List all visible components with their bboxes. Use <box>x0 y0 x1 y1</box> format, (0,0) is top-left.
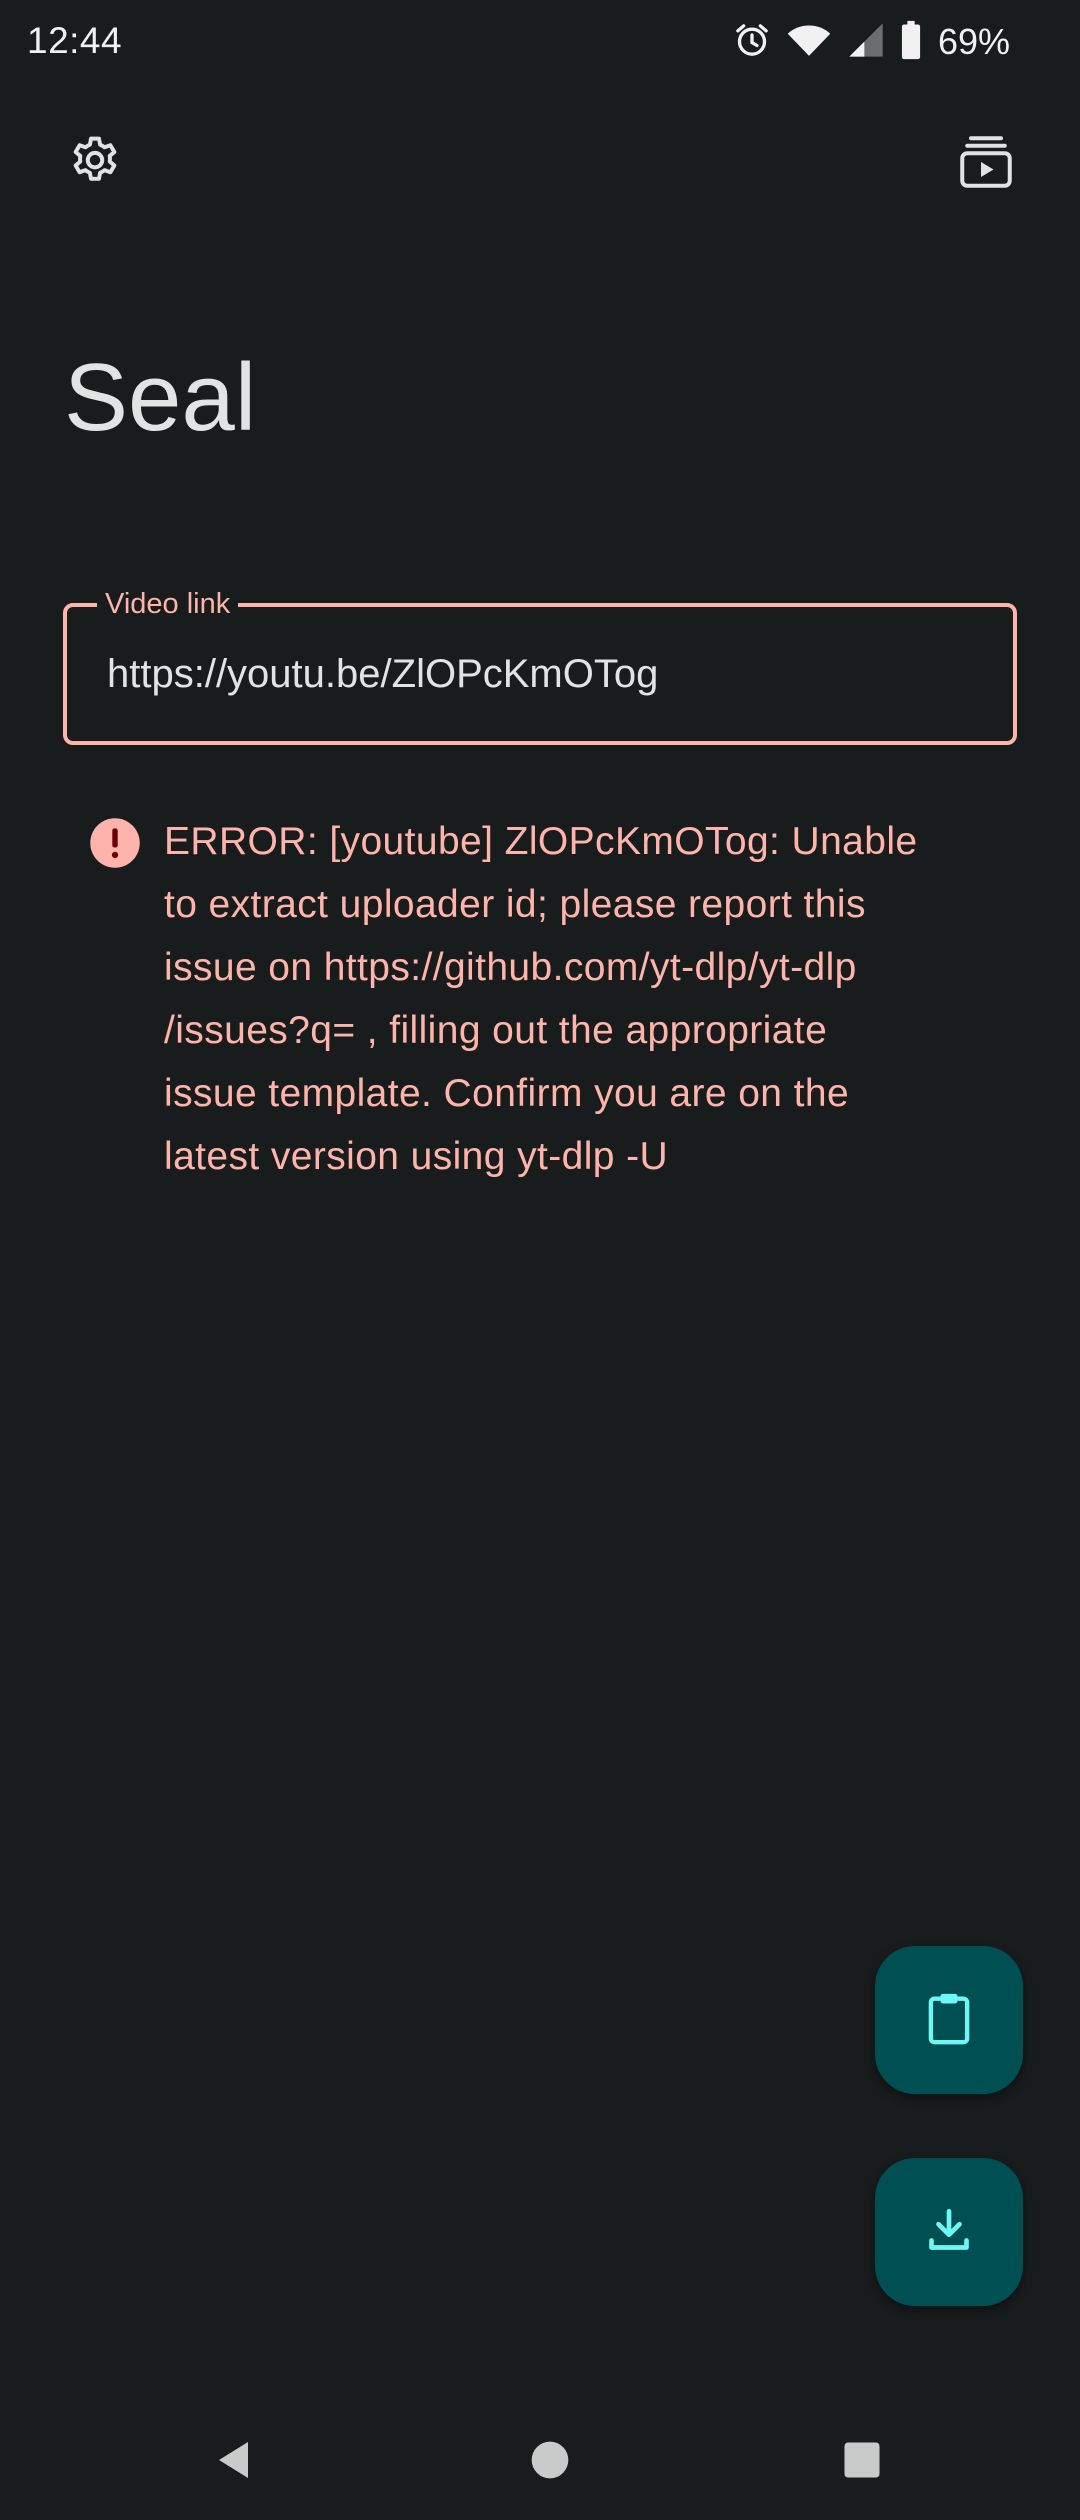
download-queue-button[interactable] <box>946 124 1026 204</box>
status-icons: 4 69% <box>732 18 1010 66</box>
error-icon <box>88 816 142 870</box>
app-title: Seal <box>64 344 257 451</box>
download-button[interactable] <box>875 2158 1023 2306</box>
paste-button[interactable] <box>875 1946 1023 2094</box>
video-link-input[interactable]: https://youtu.be/ZlOPcKmOTog <box>107 652 658 697</box>
wifi-icon: 4 <box>786 20 832 65</box>
battery-percent: 69% <box>937 21 1010 62</box>
gear-icon <box>67 134 123 195</box>
back-button[interactable] <box>195 2422 275 2502</box>
status-bar: 12:44 4 69% <box>0 0 1080 84</box>
recents-button[interactable] <box>822 2422 902 2502</box>
home-icon <box>528 2438 572 2487</box>
download-icon <box>921 2202 977 2263</box>
recents-icon <box>841 2439 883 2486</box>
error-message: ERROR: [youtube] ZlOPcKmOTog: Unable to … <box>164 820 918 1178</box>
navigation-bar <box>0 2400 1080 2520</box>
alarm-icon <box>732 20 772 65</box>
home-button[interactable] <box>510 2422 590 2502</box>
video-link-label: Video link <box>97 587 239 621</box>
download-queue-icon <box>956 132 1016 197</box>
back-icon <box>211 2436 259 2489</box>
battery-icon <box>900 20 922 65</box>
status-time: 12:44 <box>27 20 123 61</box>
settings-button[interactable] <box>55 124 135 204</box>
signal-icon <box>846 20 886 65</box>
video-link-field[interactable]: Video link https://youtu.be/ZlOPcKmOTog <box>63 587 1017 745</box>
svg-text:4: 4 <box>793 46 801 59</box>
clipboard-icon <box>920 1989 978 2052</box>
